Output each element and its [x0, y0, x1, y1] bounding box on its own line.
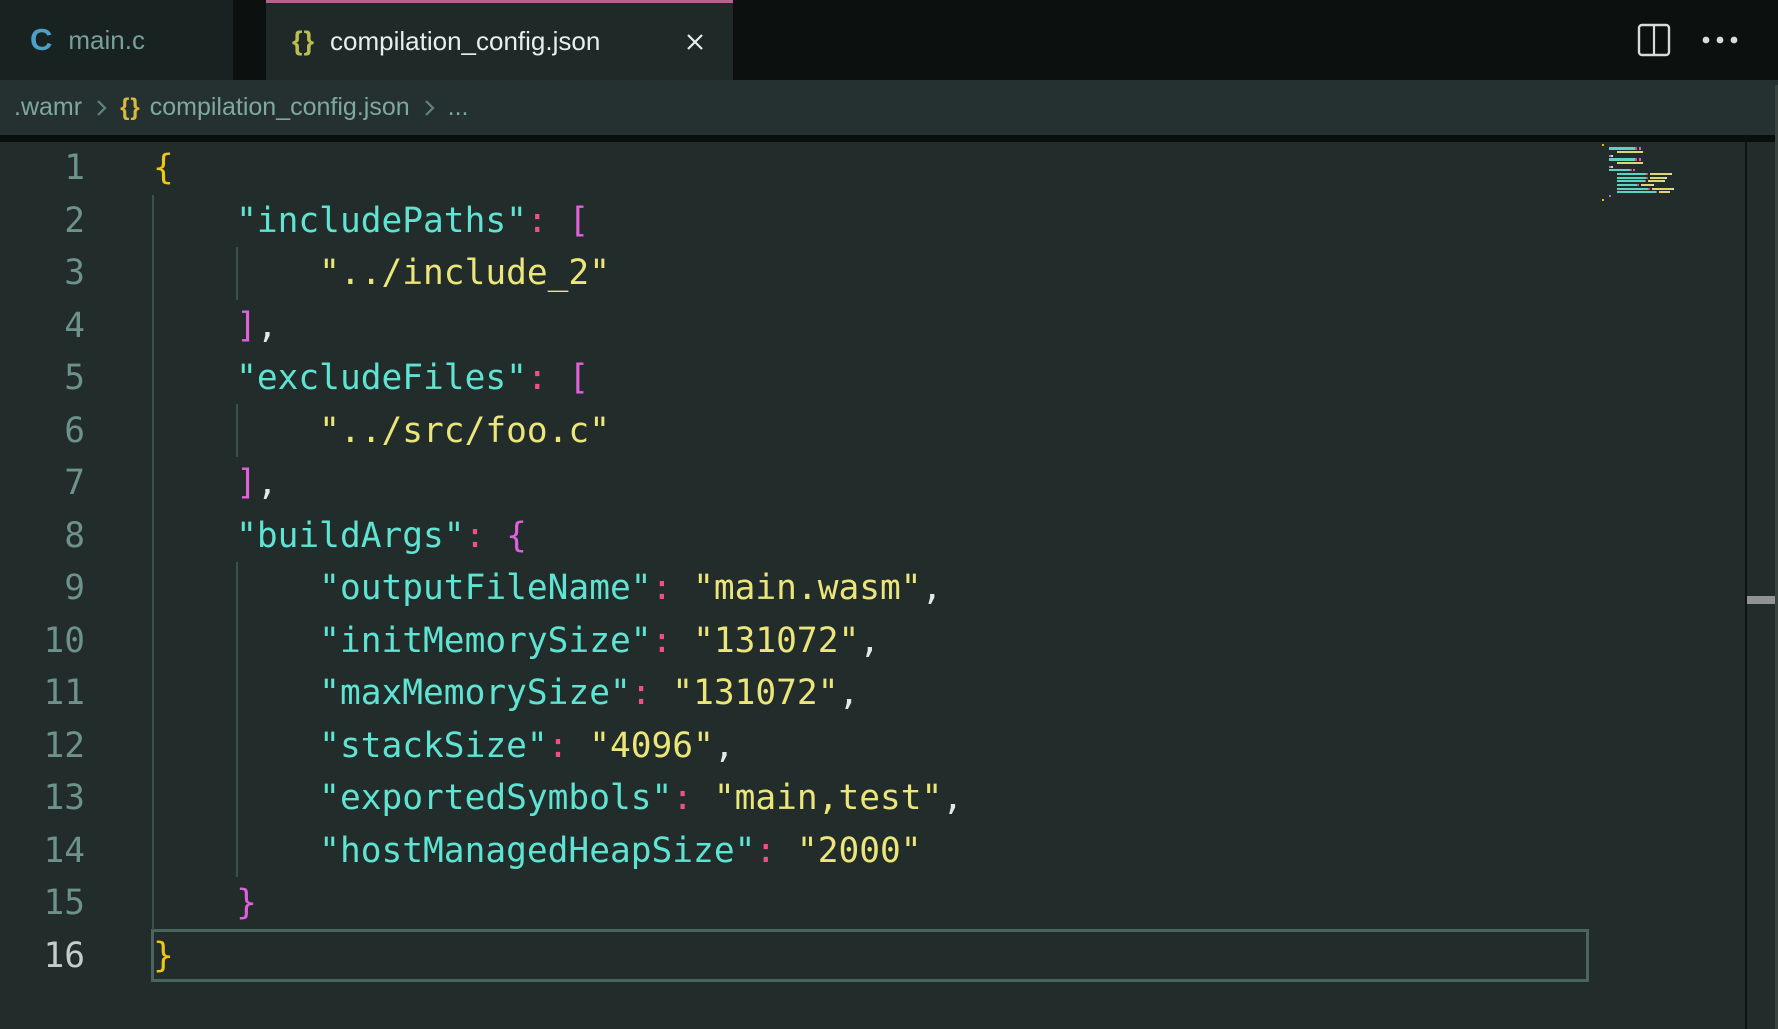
- code-text: "initMemorySize": "131072",: [85, 621, 880, 661]
- code-text: "stackSize": "4096",: [85, 726, 735, 766]
- code-line-4[interactable]: 4 ],: [0, 300, 1778, 353]
- code-line-11[interactable]: 11 "maxMemorySize": "131072",: [0, 667, 1778, 720]
- breadcrumb-file[interactable]: compilation_config.json: [150, 93, 410, 122]
- code-text: "../src/foo.c": [85, 411, 610, 451]
- tab-main-c[interactable]: C main.c: [0, 0, 233, 80]
- tab-label: main.c: [68, 25, 145, 56]
- breadcrumb-shadow: [0, 135, 1778, 142]
- line-number[interactable]: 1: [0, 142, 85, 195]
- breadcrumb-folder[interactable]: .wamr: [14, 93, 82, 122]
- code-text: "outputFileName": "main.wasm",: [85, 568, 942, 608]
- code-line-1[interactable]: 1{: [0, 142, 1778, 195]
- code-text: "exportedSymbols": "main,test",: [85, 778, 963, 818]
- code-line-10[interactable]: 10 "initMemorySize": "131072",: [0, 615, 1778, 668]
- more-actions-icon[interactable]: [1700, 34, 1742, 46]
- code-text: "../include_2": [85, 253, 610, 293]
- line-number[interactable]: 8: [0, 510, 85, 563]
- code-text: "hostManagedHeapSize": "2000": [85, 831, 922, 871]
- line-number[interactable]: 13: [0, 772, 85, 825]
- code-line-7[interactable]: 7 ],: [0, 457, 1778, 510]
- breadcrumb: .wamr {} compilation_config.json ...: [0, 80, 1778, 135]
- line-number[interactable]: 4: [0, 300, 85, 353]
- code-line-12[interactable]: 12 "stackSize": "4096",: [0, 720, 1778, 773]
- code-line-15[interactable]: 15 }: [0, 877, 1778, 930]
- chevron-right-icon: [91, 96, 111, 120]
- code-line-9[interactable]: 9 "outputFileName": "main.wasm",: [0, 562, 1778, 615]
- code-line-14[interactable]: 14 "hostManagedHeapSize": "2000": [0, 825, 1778, 878]
- json-braces-icon: {}: [292, 26, 315, 57]
- split-editor-icon[interactable]: [1636, 22, 1672, 58]
- line-number[interactable]: 11: [0, 667, 85, 720]
- code-line-8[interactable]: 8 "buildArgs": {: [0, 510, 1778, 563]
- code-line-2[interactable]: 2 "includePaths": [: [0, 195, 1778, 248]
- code-lines: 1{2 "includePaths": [3 "../include_2"4 ]…: [0, 142, 1778, 982]
- line-number[interactable]: 2: [0, 195, 85, 248]
- breadcrumb-symbol-ellipsis[interactable]: ...: [448, 93, 469, 122]
- line-number[interactable]: 14: [0, 825, 85, 878]
- code-line-13[interactable]: 13 "exportedSymbols": "main,test",: [0, 772, 1778, 825]
- chevron-right-icon: [419, 96, 439, 120]
- tab-label: compilation_config.json: [330, 26, 600, 57]
- editor-window: C main.c {} compilation_config.json: [0, 0, 1778, 1029]
- line-number[interactable]: 6: [0, 405, 85, 458]
- code-text: {: [85, 148, 174, 188]
- code-text: ],: [85, 463, 278, 503]
- c-file-icon: C: [30, 22, 52, 58]
- code-text: ],: [85, 306, 278, 346]
- line-number[interactable]: 5: [0, 352, 85, 405]
- code-line-6[interactable]: 6 "../src/foo.c": [0, 405, 1778, 458]
- json-braces-icon: {}: [120, 94, 141, 122]
- code-text: }: [85, 883, 257, 923]
- code-line-5[interactable]: 5 "excludeFiles": [: [0, 352, 1778, 405]
- code-text: "buildArgs": {: [85, 516, 527, 556]
- editor-actions: [1636, 0, 1742, 80]
- code-line-3[interactable]: 3 "../include_2": [0, 247, 1778, 300]
- code-text: "maxMemorySize": "131072",: [85, 673, 859, 713]
- close-tab-icon[interactable]: [683, 30, 707, 54]
- line-number[interactable]: 3: [0, 247, 85, 300]
- line-number[interactable]: 10: [0, 615, 85, 668]
- line-number[interactable]: 16: [0, 930, 85, 983]
- code-line-16[interactable]: 16}: [0, 930, 1778, 983]
- line-number[interactable]: 9: [0, 562, 85, 615]
- line-number[interactable]: 7: [0, 457, 85, 510]
- code-editor[interactable]: 1{2 "includePaths": [3 "../include_2"4 ]…: [0, 142, 1778, 1029]
- code-text: "excludeFiles": [: [85, 358, 589, 398]
- code-text: }: [85, 936, 174, 976]
- tab-bar: C main.c {} compilation_config.json: [0, 0, 1778, 80]
- line-number[interactable]: 12: [0, 720, 85, 773]
- code-text: "includePaths": [: [85, 201, 589, 241]
- tab-compilation-config-json[interactable]: {} compilation_config.json: [266, 0, 733, 80]
- line-number[interactable]: 15: [0, 877, 85, 930]
